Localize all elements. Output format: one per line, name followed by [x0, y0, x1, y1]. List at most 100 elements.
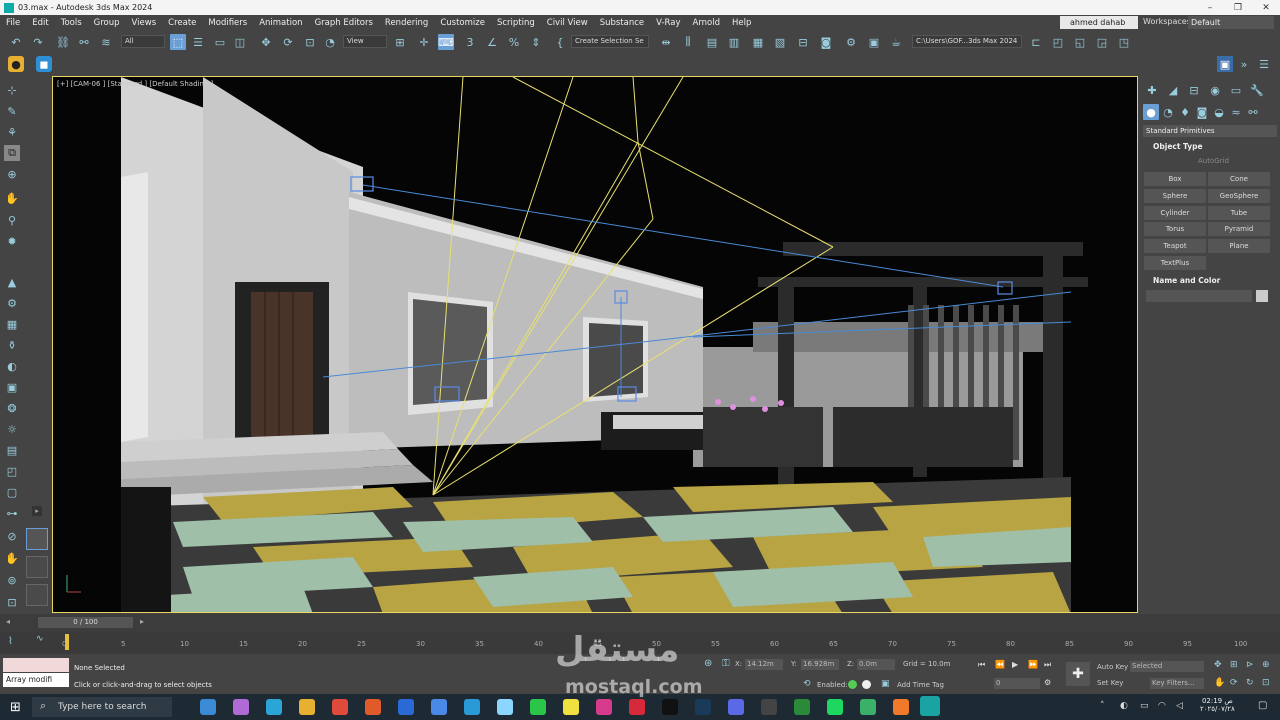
project-folder-icon[interactable]: ⊏ — [1028, 34, 1044, 50]
cylinder-button[interactable]: Cylinder — [1144, 206, 1206, 220]
menu-modifiers[interactable]: Modifiers — [202, 18, 253, 28]
timeline-next-icon[interactable]: ▸ — [140, 617, 144, 626]
pivot-icon[interactable]: ⊞ — [392, 34, 408, 50]
helpers-icon[interactable]: ◒ — [1211, 104, 1227, 120]
gear-tool-icon[interactable]: ⚙ — [4, 295, 20, 311]
volume-icon[interactable]: ◁ — [1176, 701, 1183, 711]
layout-double-thumb[interactable] — [26, 556, 48, 578]
select-object-icon[interactable]: ⬚ — [170, 34, 186, 50]
scene-explorer-icon[interactable]: ▤ — [704, 34, 720, 50]
app-orange-icon[interactable] — [893, 699, 909, 715]
light-icon[interactable]: ☼ — [4, 421, 20, 437]
3dsmax-taskbar-icon[interactable] — [920, 696, 940, 716]
vray-render-icon[interactable]: ◱ — [1072, 34, 1088, 50]
vray-asset-icon[interactable]: ◳ — [1116, 34, 1132, 50]
menu-graph-editors[interactable]: Graph Editors — [309, 18, 379, 28]
taskbar-clock[interactable]: 02:19 ص ٢٠٢٥/٠٧/٢٨ — [1200, 697, 1235, 713]
play-icon[interactable]: ▶ — [1012, 660, 1018, 669]
object-type-rollout[interactable]: Object Type — [1143, 141, 1277, 153]
curve-editor-icon[interactable]: ▧ — [772, 34, 788, 50]
render-frame-icon[interactable]: ▣ — [866, 34, 882, 50]
media-app-icon[interactable] — [761, 699, 777, 715]
named-selection-dropdown[interactable]: Create Selection Se — [571, 35, 649, 48]
menu-group[interactable]: Group — [88, 18, 126, 28]
material-editor-icon[interactable]: ◙ — [818, 34, 834, 50]
scale-icon[interactable]: ⊡ — [302, 34, 318, 50]
set-key-big-icon[interactable]: ✚ — [1066, 662, 1090, 686]
user-account[interactable]: ahmed dahab — [1060, 16, 1138, 29]
layout-single-thumb[interactable] — [26, 528, 48, 550]
object-paint-icon[interactable]: ⚘ — [4, 124, 20, 140]
selection-tool-icon[interactable]: ⊹ — [4, 82, 20, 98]
schematic-view-icon[interactable]: ⊟ — [795, 34, 811, 50]
set-key-button[interactable]: Set Key — [1097, 679, 1123, 687]
menu-arnold[interactable]: Arnold — [687, 18, 727, 28]
tool-link-icon[interactable]: ⊶ — [4, 505, 20, 521]
dolly-icon[interactable]: ⊕ — [1262, 660, 1270, 670]
rect-selection-icon[interactable]: ▭ — [212, 34, 228, 50]
curve-mini-icon[interactable]: ⌇ — [8, 636, 13, 647]
add-time-tag[interactable]: Add Time Tag — [897, 681, 944, 689]
go-end-icon[interactable]: ⏭ — [1044, 660, 1051, 670]
xbox-icon[interactable] — [794, 699, 810, 715]
outlook-icon[interactable] — [398, 699, 414, 715]
copilot-icon[interactable] — [233, 699, 249, 715]
key-mode-dropdown[interactable]: Selected — [1130, 661, 1204, 672]
select-by-name-icon[interactable]: ☰ — [190, 34, 206, 50]
timer-icon[interactable] — [862, 680, 871, 689]
primitive-category-dropdown[interactable]: Standard Primitives — [1143, 125, 1277, 137]
toggle-ribbon-icon[interactable]: ▦ — [750, 34, 766, 50]
enabled-indicator[interactable] — [848, 680, 857, 689]
undo-icon[interactable]: ↶ — [8, 34, 24, 50]
move-icon[interactable]: ✥ — [258, 34, 274, 50]
shapes-icon[interactable]: ◔ — [1160, 104, 1176, 120]
angle-snap-icon[interactable]: ∠ — [484, 34, 500, 50]
tiktok-icon[interactable] — [662, 699, 678, 715]
edge-icon[interactable] — [266, 699, 282, 715]
lock-selection-icon[interactable]: ⚿ — [722, 658, 730, 669]
render-icon[interactable]: ☕ — [888, 34, 904, 50]
truck-icon[interactable]: ✋ — [1214, 678, 1225, 688]
time-slider[interactable]: 0 / 100 — [38, 617, 133, 628]
timeline-prev-icon[interactable]: ◂ — [6, 617, 10, 626]
figure-icon[interactable]: ⚲ — [4, 212, 20, 228]
torus-button[interactable]: Torus — [1144, 222, 1206, 236]
viewport-label[interactable]: [+] [CAM-06 ] [Standard ] [Default Shadi… — [57, 80, 213, 88]
menu-tools[interactable]: Tools — [55, 18, 88, 28]
time-config-icon[interactable]: ⚙ — [1044, 678, 1051, 687]
systems-icon[interactable]: ⚯ — [1245, 104, 1261, 120]
windows-start-icon[interactable]: ⊞ — [10, 700, 21, 715]
tray-chevron-icon[interactable]: ˄ — [1100, 701, 1105, 711]
brave-icon[interactable] — [365, 699, 381, 715]
telegram-icon[interactable] — [464, 699, 480, 715]
instagram-icon[interactable] — [596, 699, 612, 715]
page-tool-icon[interactable]: ▦ — [4, 316, 20, 332]
spinner-snap-icon[interactable]: ⇕ — [528, 34, 544, 50]
orbit-icon[interactable]: ⊘ — [4, 528, 20, 544]
zoom-all-icon[interactable]: ⊞ — [1230, 660, 1238, 670]
y-coordinate[interactable]: 16.928m — [801, 659, 839, 670]
cube-icon[interactable]: ▣ — [4, 379, 20, 395]
close-button[interactable]: ✕ — [1252, 0, 1280, 15]
file-explorer-icon[interactable] — [299, 699, 315, 715]
redo-icon[interactable]: ↷ — [30, 34, 46, 50]
adaptive-degradation-icon[interactable]: ⟲ — [803, 679, 811, 689]
sphere-button[interactable]: Sphere — [1144, 189, 1206, 203]
bottle-icon[interactable]: ⚱ — [4, 337, 20, 353]
project-path-dropdown[interactable]: C:\Users\GOF...3ds Max 2024 — [912, 35, 1022, 48]
x-coordinate[interactable]: 14.12m — [745, 659, 783, 670]
battery-icon[interactable]: ▭ — [1140, 701, 1149, 711]
lights-icon[interactable]: ♦ — [1177, 104, 1193, 120]
discord-icon[interactable] — [728, 699, 744, 715]
sun-icon[interactable]: ✹ — [4, 233, 20, 249]
app-green-icon[interactable] — [860, 699, 876, 715]
edit-named-sel-icon[interactable]: { — [552, 34, 568, 50]
menu-vray[interactable]: V-Ray — [650, 18, 686, 28]
plane-button[interactable]: Plane — [1208, 239, 1270, 253]
modify-tab-icon[interactable]: ◢ — [1165, 82, 1181, 98]
tube-button[interactable]: Tube — [1208, 206, 1270, 220]
roll-icon[interactable]: ↻ — [1246, 678, 1254, 688]
chrome-icon[interactable] — [332, 699, 348, 715]
menu-customize[interactable]: Customize — [434, 18, 491, 28]
viewport-nav-icon[interactable]: ✥ — [1214, 660, 1222, 670]
